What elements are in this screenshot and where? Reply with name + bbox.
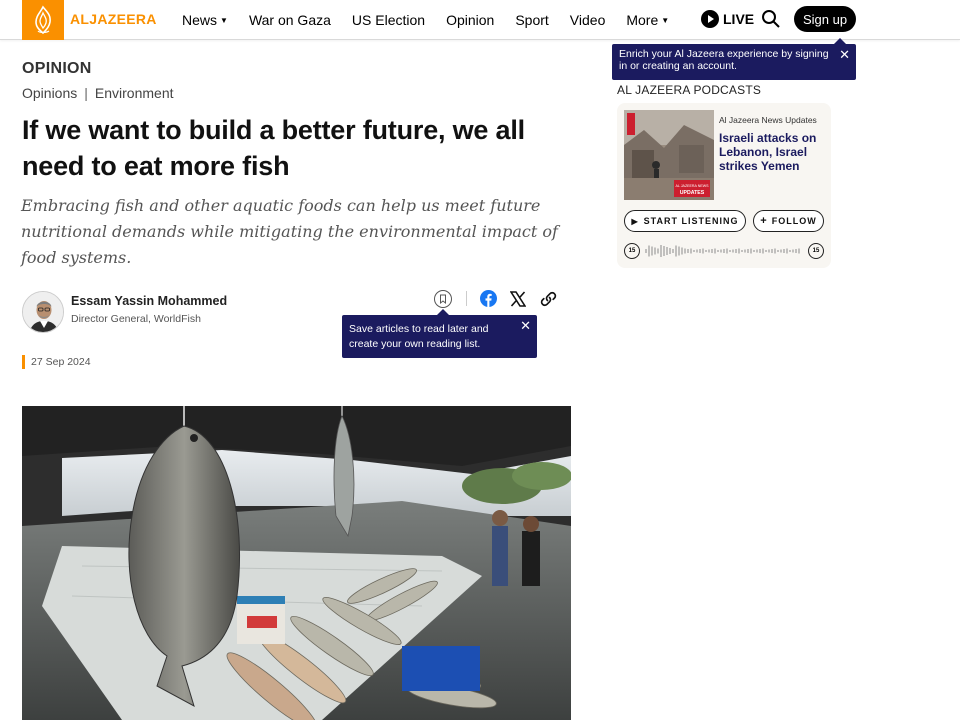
share-divider (466, 291, 467, 306)
close-icon[interactable]: ✕ (520, 319, 531, 332)
start-listening-label: START LISTENING (643, 216, 739, 226)
podcasts-section-title: AL JAZEERA PODCASTS (617, 83, 762, 97)
play-icon: ▶ (631, 216, 639, 226)
logo-wordmark[interactable]: ALJAZEERA (70, 11, 157, 27)
podcast-thumbnail[interactable]: AL JAZEERA NEWS UPDATES (624, 110, 714, 200)
live-button[interactable]: LIVE (701, 10, 754, 28)
chevron-down-icon: ▼ (661, 16, 670, 25)
nav-item-war-on-gaza[interactable]: War on Gaza (249, 12, 331, 28)
author-avatar[interactable] (22, 291, 64, 333)
breadcrumb-environment[interactable]: Environment (95, 85, 174, 101)
nav-item-label: More (626, 12, 659, 28)
breadcrumb-opinions[interactable]: Opinions (22, 85, 77, 101)
hero-image-fish-market (22, 406, 571, 720)
date-accent-bar (22, 355, 25, 369)
audio-waveform[interactable] (645, 244, 803, 258)
nav-item-more[interactable]: More ▼ (626, 12, 669, 28)
signin-prompt-tooltip: Enrich your Al Jazeera experience by sig… (612, 38, 856, 80)
bookmark-icon[interactable] (434, 290, 452, 308)
search-icon[interactable] (761, 9, 781, 29)
article-headline: If we want to build a better future, we … (22, 115, 525, 181)
nav-item-sport[interactable]: Sport (515, 12, 548, 28)
nav-item-us-election[interactable]: US Election (352, 12, 425, 28)
site-header: ALJAZEERA News ▼ War on Gaza US Election… (0, 0, 960, 40)
facebook-icon[interactable] (480, 290, 497, 312)
podcast-show-name: Al Jazeera News Updates (719, 115, 817, 125)
nav-item-news[interactable]: News ▼ (182, 12, 228, 28)
breadcrumb-separator: | (84, 85, 88, 101)
plus-icon: + (760, 215, 768, 227)
publish-date: 27 Sep 2024 (31, 356, 91, 368)
copy-link-icon[interactable] (540, 291, 557, 312)
author-name[interactable]: Essam Yassin Mohammed (71, 294, 227, 308)
rewind-15-icon[interactable]: 15 (624, 243, 640, 259)
close-icon[interactable]: ✕ (839, 48, 850, 61)
nav-item-label: News (182, 12, 218, 28)
podcast-episode-title[interactable]: Israeli attacks on Lebanon, Israel strik… (719, 131, 823, 173)
play-icon (701, 10, 719, 28)
chevron-down-icon: ▼ (220, 16, 228, 25)
signup-button[interactable]: Sign up (794, 6, 856, 32)
podcast-card: AL JAZEERA NEWS UPDATES Al Jazeera News … (617, 103, 831, 268)
save-articles-tooltip: Save articles to read later and create y… (342, 309, 537, 358)
section-label: OPINION (22, 60, 92, 77)
aljazeera-logo-icon[interactable] (22, 0, 64, 40)
x-twitter-icon[interactable] (509, 291, 527, 312)
thumb-badge-bottom: UPDATES (680, 190, 705, 196)
breadcrumb: Opinions | Environment (22, 85, 174, 101)
author-title: Director General, WorldFish (71, 313, 201, 325)
nav-item-video[interactable]: Video (570, 12, 606, 28)
save-tooltip-text: Save articles to read later and create y… (349, 323, 489, 350)
follow-button[interactable]: + FOLLOW (753, 210, 824, 232)
forward-15-icon[interactable]: 15 (808, 243, 824, 259)
signin-prompt-text: Enrich your Al Jazeera experience by sig… (619, 48, 829, 72)
article-subheadline: Embracing fish and other aquatic foods c… (21, 196, 558, 267)
start-listening-button[interactable]: ▶ START LISTENING (624, 210, 746, 232)
main-nav: News ▼ War on Gaza US Election Opinion S… (182, 0, 690, 40)
follow-label: FOLLOW (771, 216, 817, 226)
nav-item-opinion[interactable]: Opinion (446, 12, 494, 28)
live-label: LIVE (723, 11, 755, 27)
thumb-badge-top: AL JAZEERA NEWS (675, 184, 709, 188)
